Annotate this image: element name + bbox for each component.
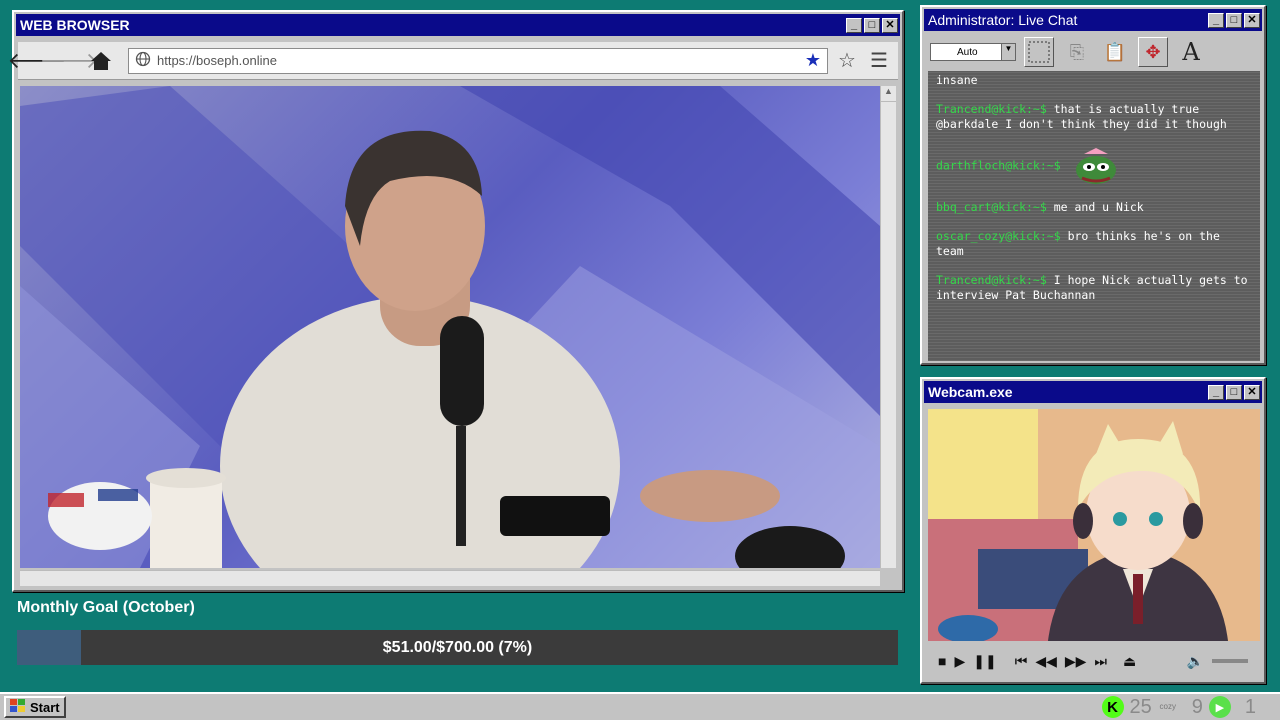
cozy-logo-icon: cozy [1159,702,1176,711]
windows-logo-icon [10,698,26,716]
maximize-button[interactable]: □ [1226,384,1242,400]
pepe-emote-icon [1074,146,1118,186]
rewind-icon[interactable]: ◀◀ [1035,653,1057,670]
chat-username: Trancend@kick:~$ [936,102,1047,116]
paste-icon[interactable]: 📋 [1100,37,1130,67]
webcam-feed [928,409,1260,641]
webcam-window: Webcam.exe _ □ ✕ ■ ▶ ❚❚ ⏮ ◀◀ ▶▶ ⏭ ⏏ 🔈 [920,377,1266,684]
chat-text: me and u Nick [1053,200,1144,214]
chat-message: darthfloch@kick:~$ [936,146,1252,186]
stream-video [20,86,880,568]
select-tool-icon[interactable] [1024,37,1054,67]
chat-window: Administrator: Live Chat _ □ ✕ Auto ▼ ⎘ 📋… [920,5,1266,365]
move-icon[interactable]: ✥ [1138,37,1168,67]
volume-slider[interactable] [1212,659,1248,663]
tray-count-c: 1 [1244,695,1256,718]
webcam-title: Webcam.exe [928,384,1013,400]
kick-logo-icon[interactable]: K [1101,696,1124,718]
chat-title: Administrator: Live Chat [928,12,1078,28]
vertical-scrollbar[interactable]: ▲ [880,86,896,568]
play-icon[interactable]: ▶ [954,653,965,670]
play-circle-icon[interactable]: ▶ [1208,696,1231,718]
tray-count-a: 25 [1129,695,1152,718]
copy-icon[interactable]: ⎘ [1062,37,1092,67]
chat-titlebar[interactable]: Administrator: Live Chat _ □ ✕ [924,9,1262,31]
eject-icon[interactable]: ⏏ [1123,653,1136,670]
favorites-star-icon[interactable]: ☆ [834,48,860,74]
address-bar[interactable]: https://boseph.online ★ [128,47,828,74]
browser-title: WEB BROWSER [20,17,130,33]
forward-arrow-icon[interactable]: 🡒 [40,48,99,74]
chat-toolbar: Auto ▼ ⎘ 📋 ✥ A [926,35,1260,69]
tray-count-b: 9 [1191,695,1203,718]
stop-icon[interactable]: ■ [938,653,946,669]
chat-username: darthfloch@kick:~$ [936,158,1061,173]
chat-message: bbq_cart@kick:~$ me and u Nick [936,200,1252,215]
close-button[interactable]: ✕ [1244,12,1260,28]
goal-title: Monthly Goal (October) [17,599,195,616]
chat-username: Trancend@kick:~$ [936,273,1047,287]
skip-back-icon[interactable]: ⏮ [1015,653,1028,670]
maximize-button[interactable]: □ [1226,12,1242,28]
fast-forward-icon[interactable]: ▶▶ [1065,653,1087,670]
bookmark-star-icon[interactable]: ★ [805,50,821,71]
browser-titlebar[interactable]: WEB BROWSER _ □ ✕ [16,14,900,36]
chat-username: bbq_cart@kick:~$ [936,200,1047,214]
goal-progress-bar: $51.00/$700.00 (7%) [17,630,898,665]
maximize-button[interactable]: □ [864,17,880,33]
volume-icon[interactable]: 🔈 [1187,653,1204,670]
browser-navbar: 🡐 🡒 https://boseph.online ★ ☆ ☰ [8,42,898,80]
menu-icon[interactable]: ☰ [866,48,892,74]
close-button[interactable]: ✕ [882,17,898,33]
url-text: https://boseph.online [157,53,277,68]
chat-log[interactable]: insane Trancend@kick:~$ that is actually… [928,71,1260,361]
chat-message: Trancend@kick:~$ that is actually true @… [936,102,1252,132]
goal-progress-text: $51.00/$700.00 (7%) [382,638,533,656]
chevron-down-icon: ▼ [1001,44,1015,60]
minimize-button[interactable]: _ [1208,12,1224,28]
webcam-titlebar[interactable]: Webcam.exe _ □ ✕ [924,381,1262,403]
minimize-button[interactable]: _ [846,17,862,33]
taskbar: Start K 25 cozy 9 ▶ 1 [0,692,1280,720]
font-select-value: Auto [957,46,978,58]
browser-window: WEB BROWSER _ □ ✕ 🡐 🡒 https://boseph.onl… [8,10,904,592]
close-button[interactable]: ✕ [1244,384,1260,400]
pause-icon[interactable]: ❚❚ [973,653,996,670]
start-label: Start [30,699,60,715]
chat-username: oscar_cozy@kick:~$ [936,229,1061,243]
media-controls: ■ ▶ ❚❚ ⏮ ◀◀ ▶▶ ⏭ ⏏ 🔈 [928,645,1258,677]
chat-message: insane [936,73,1252,88]
minimize-button[interactable]: _ [1208,384,1224,400]
system-tray: K 25 cozy 9 ▶ 1 [1101,695,1256,719]
font-select[interactable]: Auto ▼ [930,43,1016,61]
chat-message: Trancend@kick:~$ I hope Nick actually ge… [936,273,1252,303]
home-icon[interactable] [88,48,114,74]
chat-message: oscar_cozy@kick:~$ bro thinks he's on th… [936,229,1252,259]
globe-icon [135,51,151,70]
skip-forward-icon[interactable]: ⏭ [1094,653,1107,670]
start-button[interactable]: Start [4,696,66,718]
horizontal-scrollbar[interactable] [20,570,880,586]
text-tool-icon[interactable]: A [1176,37,1206,67]
chat-text: insane [936,73,978,87]
